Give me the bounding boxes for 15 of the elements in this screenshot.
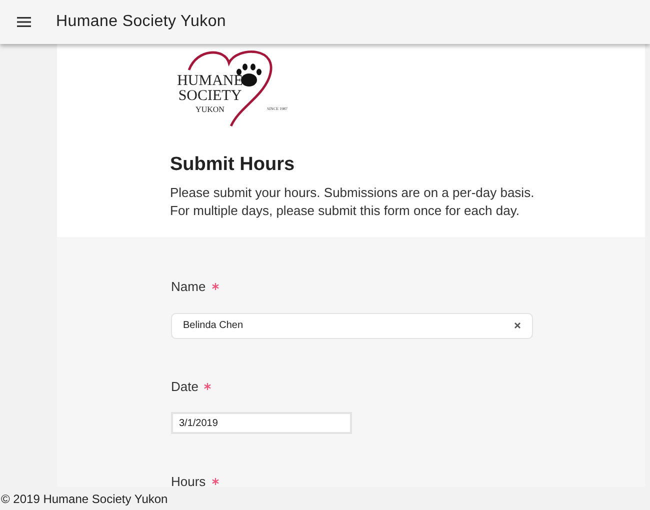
logo-text: SOCIETY [178,89,242,104]
page-title: Submit Hours [170,153,296,177]
date-field[interactable]: 3/1/2019 [171,412,352,434]
logo-text: HUMANE [177,74,243,89]
description-text: For multiple days, please submit this form once for each day. [170,202,520,220]
field-label: Hours [171,473,206,487]
logo-text: YUKON [196,104,224,116]
menu-icon[interactable] [17,16,31,28]
field-label: Name [171,278,206,296]
input-field[interactable]: Belinda Chen [171,312,533,338]
app-title: Humane Society Yukon [56,12,226,32]
description-text: Please submit your hours. Submissions are on a per-day basis. [170,184,536,202]
field-label: Date [171,378,198,396]
clear-icon[interactable] [514,322,521,329]
footer-text: © 2019 Humane Society Yukon [1,490,168,508]
